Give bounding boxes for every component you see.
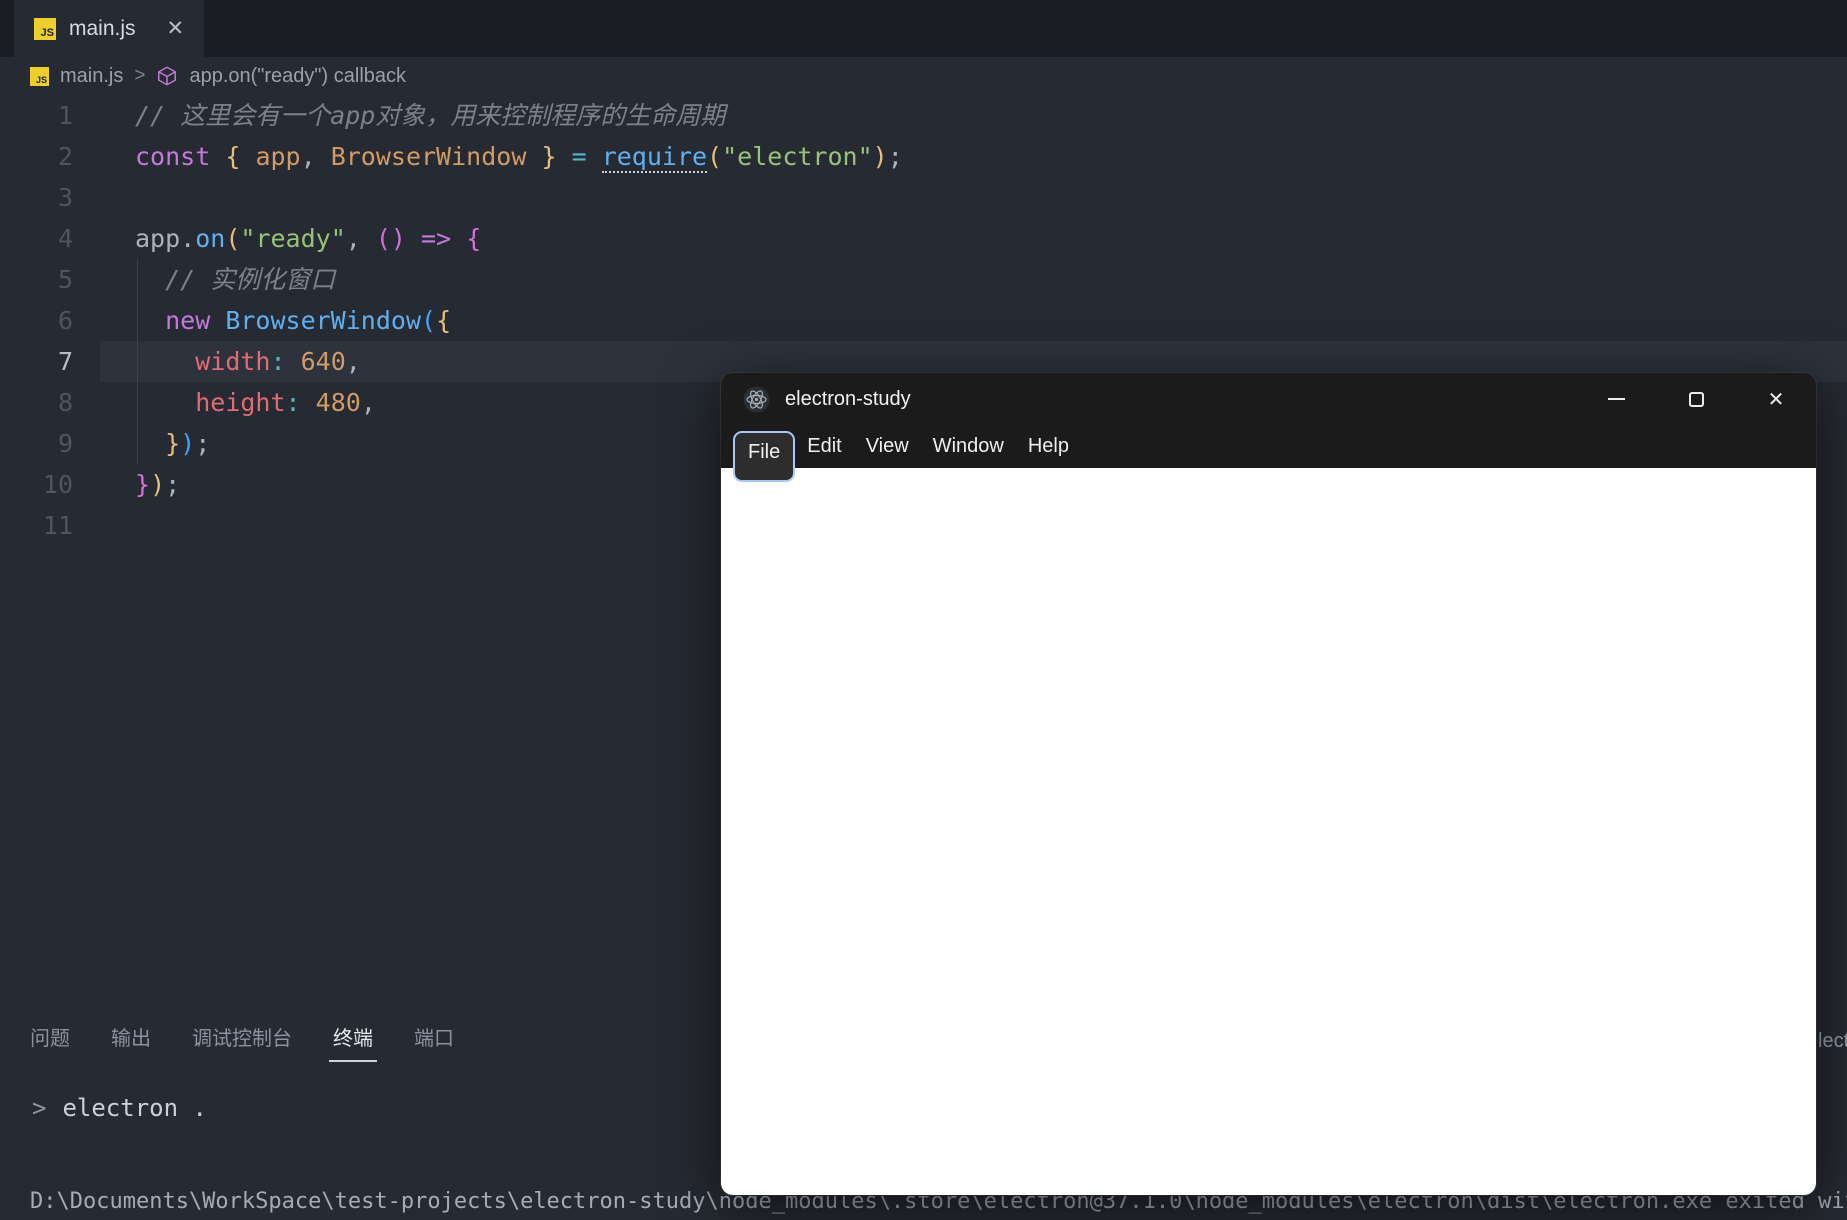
line-number: 8 xyxy=(57,388,73,417)
panel-tab-端口[interactable]: 端口 xyxy=(414,1022,454,1051)
line-number: 11 xyxy=(42,511,73,540)
menu-item-window[interactable]: Window xyxy=(921,428,1016,465)
electron-app-window[interactable]: electron-study ✕ File Edit View Window Help xyxy=(721,373,1816,1195)
code-line[interactable]: 5 // 实例化窗口 xyxy=(0,259,1847,300)
code-text: const { app, BrowserWindow } = require("… xyxy=(135,142,903,173)
code-text: // 实例化窗口 xyxy=(165,265,336,294)
js-file-icon: JS xyxy=(34,17,56,40)
terminal-command-line[interactable]: > electron . xyxy=(32,1094,207,1122)
code-line[interactable]: 4 app.on("ready", () => { xyxy=(0,218,1847,259)
maximize-icon xyxy=(1688,391,1704,407)
minimize-button[interactable] xyxy=(1576,373,1656,425)
menu-item-help[interactable]: Help xyxy=(1016,428,1081,465)
line-number: 3 xyxy=(57,183,73,212)
panel-tab-终端[interactable]: 终端 xyxy=(329,1022,377,1062)
js-file-icon: JS xyxy=(30,66,49,86)
code-line[interactable]: 2 const { app, BrowserWindow } = require(… xyxy=(0,136,1847,177)
panel-tabs: 问题 输出 调试控制台 终端 端口 xyxy=(30,1022,454,1062)
close-button[interactable]: ✕ xyxy=(1736,373,1816,425)
code-line[interactable]: 6 new BrowserWindow({ xyxy=(0,300,1847,341)
menu-item-view[interactable]: View xyxy=(854,428,921,465)
symbol-cube-icon xyxy=(158,66,177,86)
tab-main-js[interactable]: JS main.js ✕ xyxy=(14,0,205,57)
code-line[interactable]: 3 xyxy=(0,177,1847,218)
terminal-prompt: > xyxy=(32,1094,47,1122)
line-number: 5 xyxy=(57,265,73,294)
line-number: 4 xyxy=(57,224,73,253)
code-text: new BrowserWindow({ xyxy=(165,306,452,335)
tab-label: main.js xyxy=(69,16,136,40)
electron-window-content xyxy=(721,468,1816,1195)
close-tab-icon[interactable]: ✕ xyxy=(167,16,185,41)
code-text: // 这里会有一个app对象，用来控制程序的生命周期 xyxy=(135,101,726,130)
breadcrumb: JS main.js > app.on("ready") callback xyxy=(0,57,1847,95)
window-controls: ✕ xyxy=(1576,373,1816,425)
indent-guide xyxy=(137,259,138,464)
panel-tab-输出[interactable]: 输出 xyxy=(111,1022,151,1051)
maximize-button[interactable] xyxy=(1656,373,1736,425)
electron-menubar: File Edit View Window Help xyxy=(721,425,1816,482)
line-number: 10 xyxy=(42,470,73,499)
breadcrumb-file[interactable]: main.js xyxy=(60,65,123,88)
code-text: app.on("ready", () => { xyxy=(135,224,482,253)
panel-tab-调试控制台[interactable]: 调试控制台 xyxy=(192,1022,292,1051)
electron-titlebar[interactable]: electron-study ✕ xyxy=(721,373,1816,425)
line-number: 7 xyxy=(57,347,73,376)
line-number: 1 xyxy=(57,101,73,130)
terminal-command-text: electron . xyxy=(62,1094,207,1122)
line-number: 9 xyxy=(57,429,73,458)
editor-tabstrip: JS main.js ✕ xyxy=(0,0,1847,57)
menu-item-file[interactable]: File xyxy=(733,431,796,482)
breadcrumb-symbol[interactable]: app.on("ready") callback xyxy=(189,65,406,88)
menu-item-edit[interactable]: Edit xyxy=(795,428,853,465)
minimize-icon xyxy=(1607,398,1625,400)
electron-logo-icon xyxy=(743,386,770,412)
line-number: 2 xyxy=(57,142,73,171)
panel-tab-问题[interactable]: 问题 xyxy=(30,1022,70,1051)
electron-window-title: electron-study xyxy=(785,387,911,410)
line-number: 6 xyxy=(57,306,73,335)
code-line[interactable]: 1 // 这里会有一个app对象，用来控制程序的生命周期 xyxy=(0,95,1847,136)
chevron-right-icon: > xyxy=(134,65,146,86)
terminal-list-clipped-label: lect xyxy=(1818,1030,1847,1052)
vscode-window: JS main.js ✕ JS main.js > app.on("ready"… xyxy=(0,0,1847,1220)
